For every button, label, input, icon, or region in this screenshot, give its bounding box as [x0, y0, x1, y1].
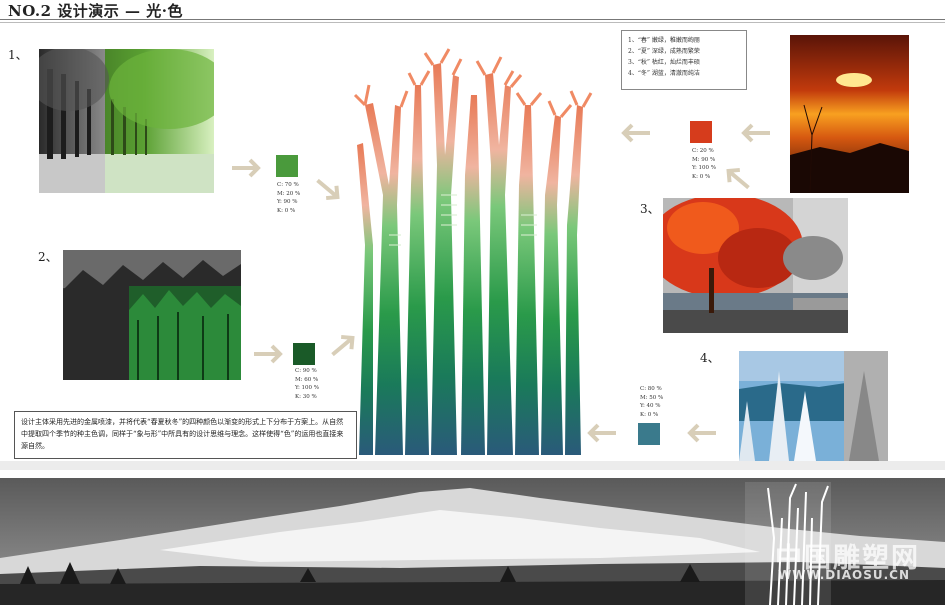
spring-color-swatch	[276, 155, 298, 177]
cmyk-c: C: 90 %	[295, 368, 317, 374]
autumn-color-swatch	[690, 121, 712, 143]
page-title: NO.2 设计演示 — 光·色	[8, 2, 183, 20]
cmyk-m: M: 90 %	[692, 156, 716, 163]
cmyk-m: M: 60 %	[295, 376, 319, 383]
cmyk-c: C: 80 %	[640, 386, 662, 392]
arrow-right-icon	[232, 158, 261, 178]
autumn-tree-photo	[663, 198, 848, 333]
design-description: 设计主体采用先进的金属喷漆，并将代表“春夏秋冬”的四种颜色以渐变的形式上下分布于…	[14, 411, 357, 459]
autumn-cmyk-values: C: 20 % M: 90 % Y: 100 % K: 0 %	[692, 147, 716, 181]
winter-color-swatch	[638, 423, 660, 445]
cmyk-y: Y: 100 %	[692, 165, 717, 171]
legend-item-winter: 4、“冬” 湖蓝，清澈而纯洁	[628, 70, 700, 77]
step-number-2: 2、	[38, 250, 58, 264]
cmyk-k: K: 0 %	[692, 173, 711, 180]
winter-cmyk-values: C: 80 % M: 50 % Y: 40 % K: 0 %	[640, 385, 663, 419]
cmyk-y: Y: 100 %	[295, 385, 320, 391]
sculpture-render	[345, 45, 605, 460]
arrow-right-icon	[254, 344, 283, 364]
spring-cmyk-values: C: 70 % M: 20 % Y: 90 % K: 0 %	[277, 181, 300, 215]
arrow-left-icon	[687, 423, 716, 443]
cmyk-c: C: 20 %	[692, 148, 714, 154]
step-number-1: 1、	[8, 48, 28, 62]
cmyk-c: C: 70 %	[277, 182, 299, 188]
arrow-up-left-icon	[726, 167, 750, 190]
summer-forest-photo	[63, 250, 241, 380]
cmyk-m: M: 20 %	[277, 190, 301, 197]
cmyk-k: K: 30 %	[295, 393, 317, 400]
winter-lake-photo	[739, 351, 888, 461]
cmyk-m: M: 50 %	[640, 394, 664, 401]
divider-strip	[0, 461, 945, 470]
legend-item-spring: 1、“春” 嫩绿，稚嫩而绚丽	[628, 37, 700, 44]
arrow-down-right-icon	[316, 178, 340, 201]
summer-color-swatch	[293, 343, 315, 365]
arrow-left-icon	[587, 423, 616, 443]
watermark-url: WWW.DIAOSU.CN	[778, 568, 910, 582]
cmyk-y: Y: 40 %	[640, 403, 661, 409]
cmyk-k: K: 0 %	[640, 411, 659, 418]
sunset-photo	[790, 35, 909, 193]
cmyk-y: Y: 90 %	[277, 199, 298, 205]
legend-item-summer: 2、“夏” 深绿，成熟而繁荣	[628, 48, 700, 55]
legend-item-autumn: 3、“秋” 枯红，灿烂而丰硕	[628, 59, 700, 66]
arrow-left-icon	[621, 123, 650, 143]
cmyk-k: K: 0 %	[277, 207, 296, 214]
season-legend: 1、“春” 嫩绿，稚嫩而绚丽 2、“夏” 深绿，成熟而繁荣 3、“秋” 枯红，灿…	[621, 30, 747, 90]
header-rule-thin	[0, 22, 945, 23]
summer-cmyk-values: C: 90 % M: 60 % Y: 100 % K: 30 %	[295, 367, 319, 401]
spring-trees-photo	[39, 49, 214, 193]
step-number-3: 3、	[640, 202, 660, 216]
header-rule	[0, 19, 945, 20]
step-number-4: 4、	[700, 351, 720, 365]
arrow-left-icon	[741, 123, 770, 143]
